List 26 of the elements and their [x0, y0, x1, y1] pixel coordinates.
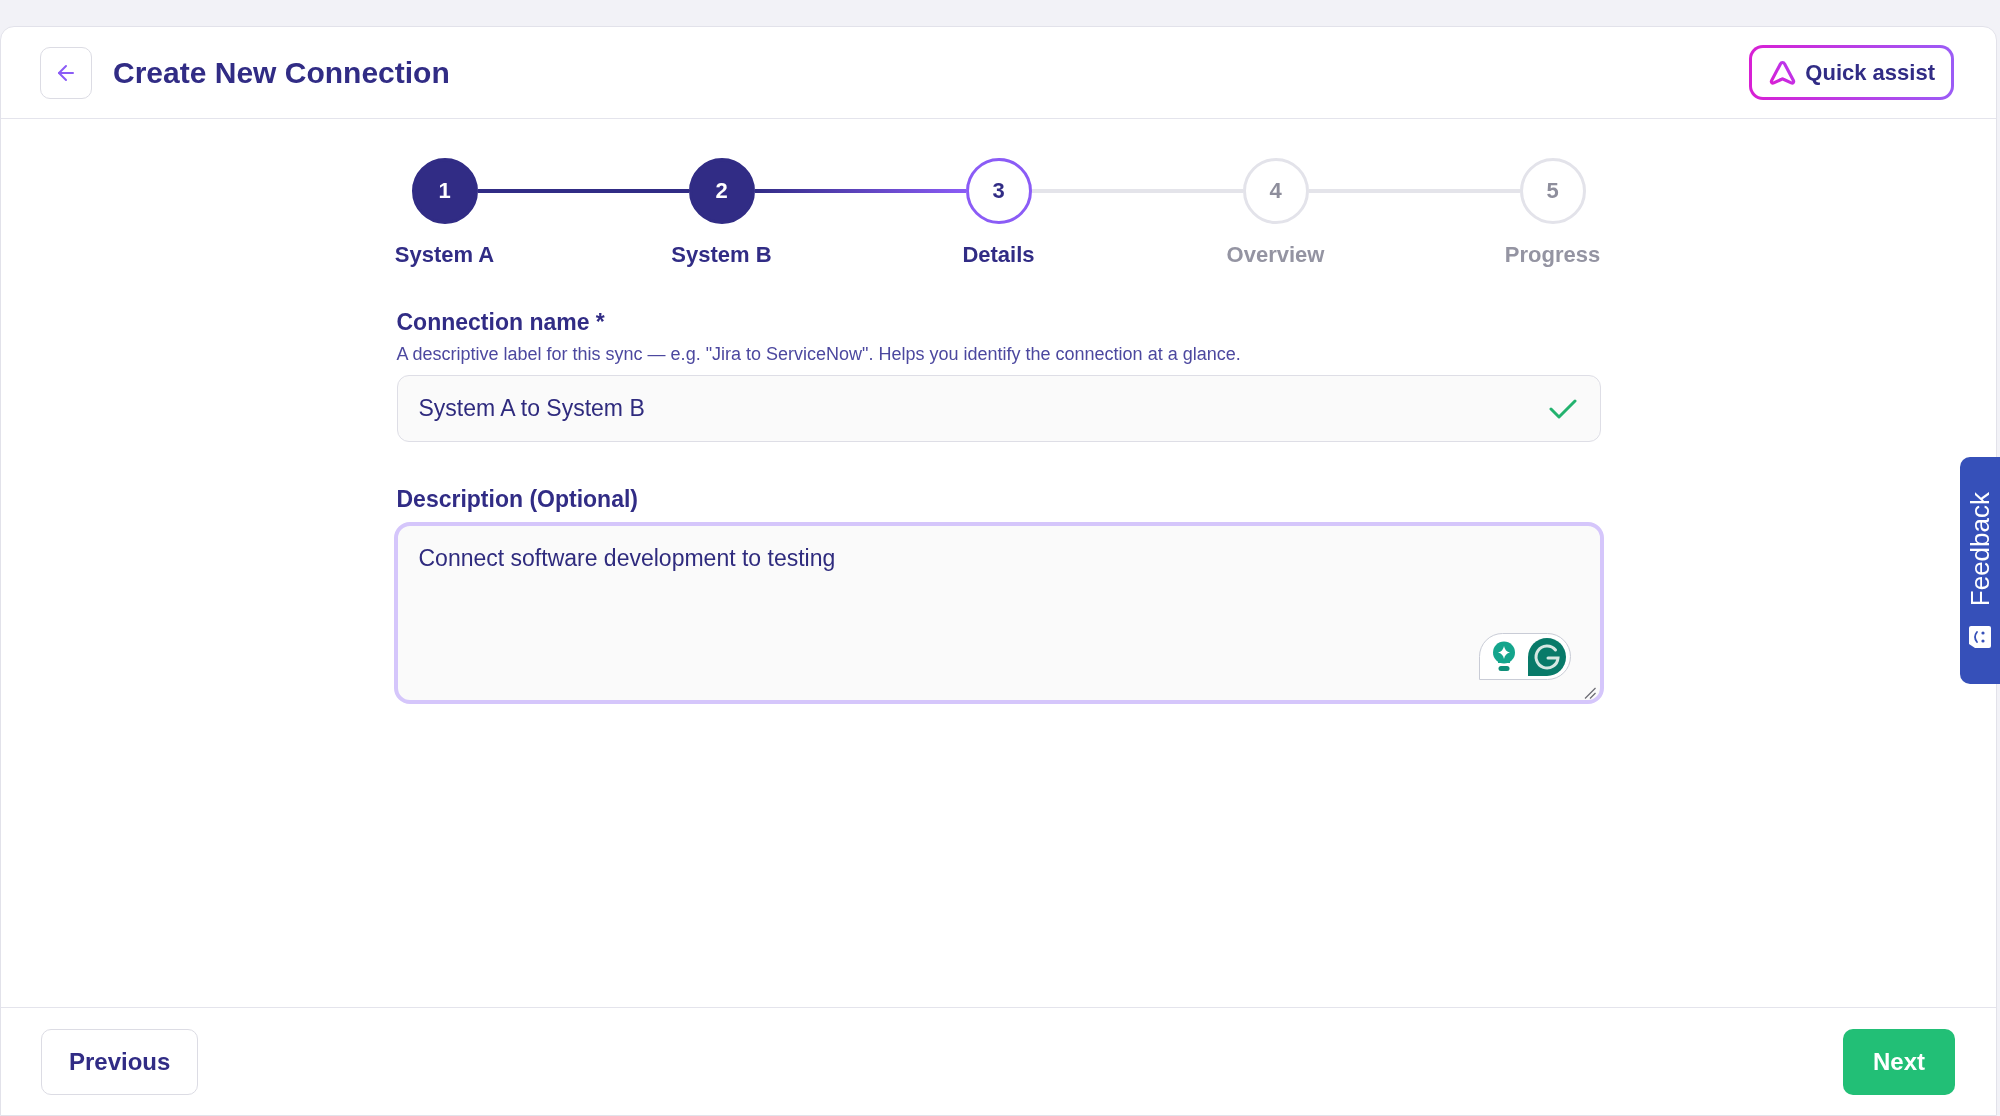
step-label: System A: [394, 242, 495, 268]
description-textarea[interactable]: Connect software development to testing: [393, 522, 1604, 704]
step-label: Overview: [1226, 242, 1325, 268]
step-label: Details: [962, 242, 1035, 268]
step-label: System B: [671, 242, 772, 268]
step-label: Progress: [1504, 242, 1601, 268]
step-indicator: 5: [1519, 158, 1586, 224]
writing-assistant-widget[interactable]: [1478, 633, 1571, 680]
field-label: Connection name *: [396, 308, 606, 336]
step-indicator: 4: [1242, 158, 1309, 224]
triangle-icon: [1769, 60, 1797, 85]
name-input[interactable]: System A to System B: [396, 375, 1601, 442]
step-indicator: 1: [411, 158, 478, 224]
field-hint: A descriptive label for this sync — e.g. "Jira to ServiceNow". Helps you identify the connection at a glance.: [396, 343, 1242, 366]
field-label: Description (Optional): [396, 485, 639, 513]
quick-assist-button[interactable]: Quick assist: [1749, 45, 1954, 100]
page-title: Create New Connection: [113, 55, 450, 90]
resize-handle-icon[interactable]: [1583, 687, 1596, 699]
g-badge-icon: [1527, 637, 1566, 676]
smiley-chat-icon: [1968, 624, 1992, 649]
step-indicator: 3: [965, 158, 1032, 224]
back-button[interactable]: [40, 46, 92, 99]
feedback-tab[interactable]: Feedback: [1960, 457, 2000, 684]
step-indicator: 2: [688, 158, 755, 224]
previous-button[interactable]: Previous: [41, 1028, 199, 1095]
lightbulb-icon: [1491, 640, 1516, 673]
